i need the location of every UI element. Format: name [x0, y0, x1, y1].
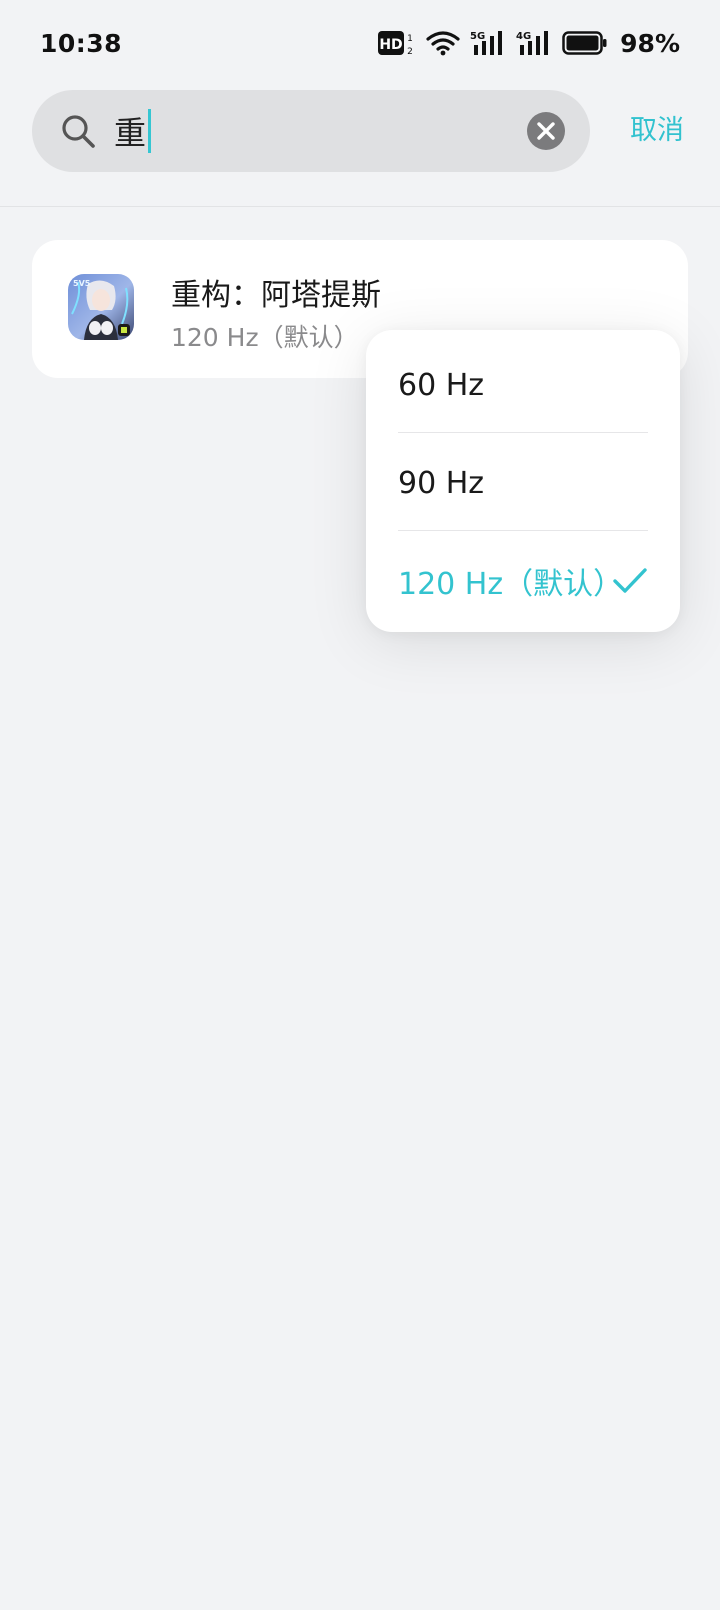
battery-percent: 98% [620, 28, 680, 58]
app-name: 重构：阿塔提斯 [171, 278, 381, 313]
option-label: 120 Hz（默认） [398, 567, 624, 602]
status-icons: HD 1 2 5G 4G 98% [378, 29, 680, 58]
wifi-icon [426, 30, 460, 56]
option-label: 90 Hz [398, 465, 485, 501]
battery-icon [562, 30, 608, 56]
app-icon: 5V5 [68, 274, 134, 340]
option-divider [398, 530, 648, 531]
option-120hz[interactable]: 120 Hz（默认） [398, 532, 648, 630]
clear-search-icon[interactable] [527, 112, 565, 150]
text-caret [148, 109, 152, 153]
header-divider [0, 206, 720, 207]
signal-4g-icon: 4G [516, 29, 552, 57]
svg-text:1: 1 [407, 34, 413, 44]
screen: 10:38 HD 1 2 5G 4G 98% 重 取消 5V5 重构：阿塔提斯 … [0, 0, 720, 1610]
search-icon [60, 113, 96, 149]
status-time: 10:38 [40, 28, 123, 58]
signal-5g-icon: 5G [470, 29, 506, 57]
search-input[interactable]: 重 [114, 104, 152, 158]
svg-text:5G: 5G [470, 31, 485, 42]
app-refresh-rate: 120 Hz（默认） [171, 323, 359, 352]
svg-text:5V5: 5V5 [73, 279, 91, 288]
refresh-rate-dropdown: 60 Hz 90 Hz 120 Hz（默认） [366, 330, 680, 632]
checkmark-icon [612, 566, 648, 596]
option-label: 60 Hz [398, 367, 485, 403]
svg-text:2: 2 [407, 47, 413, 57]
search-row: 重 取消 [32, 90, 692, 172]
search-query-text: 重 [114, 114, 147, 152]
hd-voice-icon: HD 1 2 [378, 29, 416, 57]
search-box[interactable]: 重 [32, 90, 590, 172]
option-60hz[interactable]: 60 Hz [398, 336, 648, 434]
svg-text:HD: HD [379, 37, 402, 53]
cancel-button[interactable]: 取消 [630, 108, 684, 154]
status-bar: 10:38 HD 1 2 5G 4G 98% [0, 0, 720, 86]
option-90hz[interactable]: 90 Hz [398, 434, 648, 532]
svg-text:4G: 4G [516, 31, 531, 42]
option-divider [398, 432, 648, 433]
